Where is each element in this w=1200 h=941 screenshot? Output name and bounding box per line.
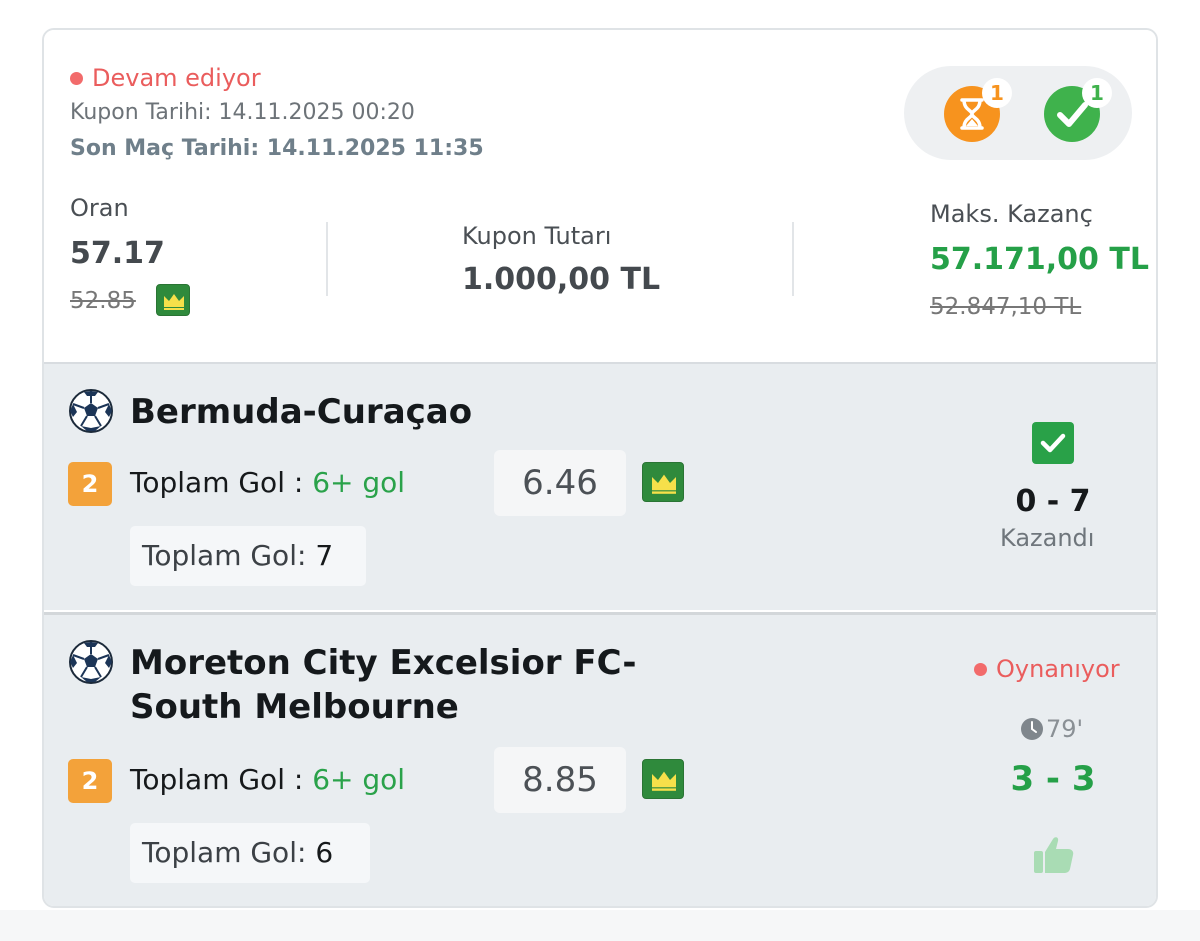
divider: [326, 222, 328, 296]
odds-label: Oran: [70, 194, 129, 222]
bet-pick: 6+ gol: [312, 763, 406, 796]
status-text: Devam ediyor: [92, 64, 261, 92]
max-win-value: 57.171,00 TL: [930, 242, 1149, 277]
total-goals-box: Toplam Gol: 6: [130, 823, 370, 883]
soccer-ball-icon: [69, 640, 113, 684]
match-row[interactable]: Bermuda-Curaçao 2 Toplam Gol : 6+ gol 6.…: [44, 362, 1156, 610]
coupon-status: Devam ediyor: [70, 64, 261, 92]
amount-label: Kupon Tutarı: [462, 222, 612, 250]
clock-icon: [1021, 718, 1043, 740]
total-goals-box: Toplam Gol: 7: [130, 526, 366, 586]
match-odd: 8.85: [494, 747, 626, 813]
amount-value: 1.000,00 TL: [462, 262, 661, 297]
coupon-date: Kupon Tarihi: 14.11.2025 00:20: [70, 100, 415, 125]
max-win-label: Maks. Kazanç: [930, 200, 1093, 228]
bet-pick: 6+ gol: [312, 466, 406, 499]
bet-market: Toplam Gol :: [130, 763, 313, 796]
bet-description: Toplam Gol : 6+ gol: [130, 466, 405, 499]
status-dot-icon: [70, 71, 83, 85]
live-status: Oynanıyor: [974, 655, 1120, 683]
divider: [792, 222, 794, 296]
coupon-card: Devam ediyor Kupon Tarihi: 14.11.2025 00…: [42, 28, 1158, 908]
match-minute: 79': [1020, 715, 1083, 743]
match-teams: Bermuda-Curaçao: [130, 392, 473, 432]
bet-description: Toplam Gol : 6+ gol: [130, 763, 405, 796]
bet-number-badge: 2: [68, 462, 112, 506]
total-goals-value: 7: [315, 539, 334, 572]
won-count: 1: [1082, 78, 1112, 108]
total-goals-label: Toplam Gol:: [142, 836, 316, 869]
soccer-ball-icon: [69, 389, 113, 433]
crown-icon: [642, 759, 684, 799]
bet-number-badge: 2: [68, 759, 112, 803]
crown-icon: [156, 284, 190, 316]
crown-icon: [642, 462, 684, 502]
match-result: Kazandı: [1000, 524, 1095, 552]
check-square-icon: [1032, 422, 1074, 464]
live-dot-icon: [974, 662, 987, 676]
match-odd: 6.46: [494, 450, 626, 516]
match-teams-line-1: Moreton City Excelsior FC-: [130, 643, 637, 683]
match-score: 3 - 3: [1010, 759, 1096, 799]
total-goals-value: 6: [315, 836, 334, 869]
bet-market: Toplam Gol :: [130, 466, 313, 499]
pending-count: 1: [982, 78, 1012, 108]
total-goals-label: Toplam Gol:: [142, 539, 316, 572]
status-badges: 1 1: [904, 66, 1132, 160]
match-teams-line-2: South Melbourne: [130, 687, 459, 727]
max-win-old-value: 52.847,10 TL: [930, 294, 1082, 320]
odds-old-value: 52.85: [70, 288, 136, 314]
minute-text: 79': [1046, 715, 1084, 743]
live-status-text: Oynanıyor: [996, 655, 1120, 683]
last-match-date: Son Maç Tarihi: 14.11.2025 11:35: [70, 136, 484, 161]
thumbs-up-icon[interactable]: [1030, 831, 1076, 877]
match-score: 0 - 7: [1015, 484, 1091, 519]
odds-value: 57.17: [70, 236, 165, 271]
coupon-summary: Devam ediyor Kupon Tarihi: 14.11.2025 00…: [44, 30, 1156, 362]
match-row[interactable]: Moreton City Excelsior FC- South Melbour…: [44, 612, 1156, 906]
